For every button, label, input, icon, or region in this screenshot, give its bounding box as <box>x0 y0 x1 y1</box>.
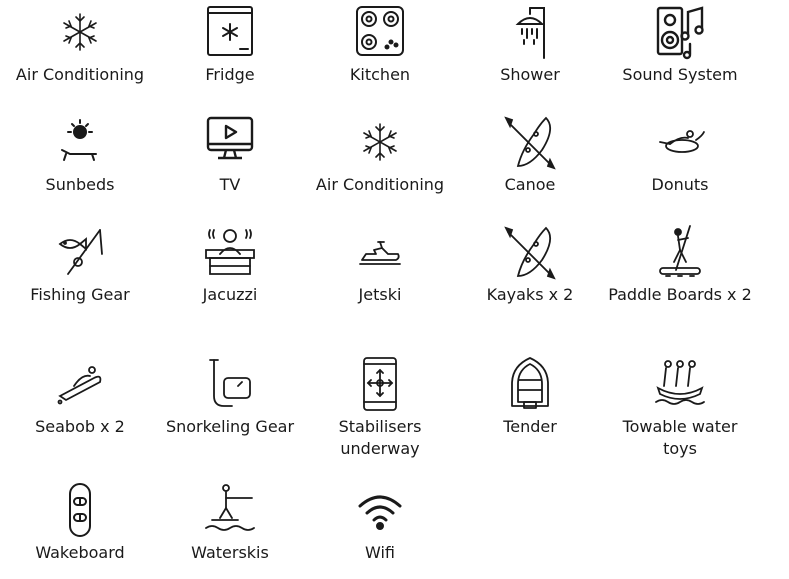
tender-icon <box>502 356 558 412</box>
amenity-seabob: Seabob x 2 <box>5 356 155 438</box>
amenity-label: Jacuzzi <box>202 285 258 304</box>
jacuzzi-icon <box>202 224 258 280</box>
amenity-label: Air Conditioning <box>315 175 445 194</box>
amenity-label: Air Conditioning <box>15 65 145 84</box>
amenity-label: Shower <box>500 65 560 84</box>
amenity-label: Stabilisers underway <box>338 417 422 458</box>
amenity-stabilisers: Stabilisers underway <box>305 356 455 460</box>
amenity-donuts: Donuts <box>605 114 755 196</box>
waterski-icon <box>202 482 258 538</box>
amenity-kitchen: Kitchen <box>305 4 455 86</box>
amenity-tender: Tender <box>455 356 605 438</box>
amenity-jacuzzi: Jacuzzi <box>155 224 305 306</box>
amenity-label: Snorkeling Gear <box>165 417 295 436</box>
amenity-paddle-boards: Paddle Boards x 2 <box>605 224 755 306</box>
amenity-label: Jetski <box>358 285 402 304</box>
snowflake-icon <box>352 114 408 170</box>
paddle-board-icon <box>652 224 708 280</box>
canoe-icon <box>502 114 558 170</box>
amenity-wakeboard: Wakeboard <box>5 482 155 564</box>
seabob-icon <box>52 356 108 412</box>
amenity-towable-toys: Towable water toys <box>605 356 755 460</box>
speaker-music-icon <box>652 4 708 60</box>
amenity-fishing-gear: Fishing Gear <box>5 224 155 306</box>
stabiliser-icon <box>352 356 408 412</box>
amenity-label: Wifi <box>365 543 395 562</box>
amenities-grid: Air Conditioning Fridge Kitchen Shower S… <box>0 0 789 579</box>
amenity-snorkeling-gear: Snorkeling Gear <box>155 356 305 438</box>
donut-ride-icon <box>652 114 708 170</box>
amenity-canoe: Canoe <box>455 114 605 196</box>
amenity-air-conditioning: Air Conditioning <box>5 4 155 86</box>
sunbed-icon <box>52 114 108 170</box>
amenity-label: Tender <box>503 417 557 436</box>
amenity-kayaks: Kayaks x 2 <box>455 224 605 306</box>
amenity-air-conditioning-2: Air Conditioning <box>305 114 455 196</box>
fishing-icon <box>52 224 108 280</box>
wifi-icon <box>352 482 408 538</box>
amenity-sunbeds: Sunbeds <box>5 114 155 196</box>
amenity-label: Seabob x 2 <box>35 417 125 436</box>
amenity-label: Kayaks x 2 <box>486 285 574 304</box>
amenity-wifi: Wifi <box>305 482 455 564</box>
amenity-tv: TV <box>155 114 305 196</box>
amenity-shower: Shower <box>455 4 605 86</box>
amenity-label: TV <box>219 175 241 194</box>
snowflake-icon <box>52 4 108 60</box>
snorkel-icon <box>202 356 258 412</box>
tv-icon <box>202 114 258 170</box>
amenity-label: Kitchen <box>349 65 411 84</box>
amenity-label: Sunbeds <box>45 175 115 194</box>
amenity-sound-system: Sound System <box>605 4 755 86</box>
amenity-label: Fridge <box>205 65 255 84</box>
amenity-label: Canoe <box>504 175 556 194</box>
shower-icon <box>502 4 558 60</box>
amenity-label: Fishing Gear <box>30 285 130 304</box>
fridge-icon <box>202 4 258 60</box>
kayak-icon <box>502 224 558 280</box>
jetski-icon <box>352 224 408 280</box>
towable-icon <box>652 356 708 412</box>
amenity-label: Wakeboard <box>35 543 125 562</box>
amenity-waterskis: Waterskis <box>155 482 305 564</box>
amenity-label: Sound System <box>622 65 738 84</box>
wakeboard-icon <box>52 482 108 538</box>
stove-icon <box>352 4 408 60</box>
amenity-label: Towable water toys <box>622 417 738 458</box>
amenity-label: Waterskis <box>191 543 269 562</box>
amenity-label: Donuts <box>651 175 709 194</box>
amenity-fridge: Fridge <box>155 4 305 86</box>
amenity-label: Paddle Boards x 2 <box>608 285 752 304</box>
amenity-jetski: Jetski <box>305 224 455 306</box>
